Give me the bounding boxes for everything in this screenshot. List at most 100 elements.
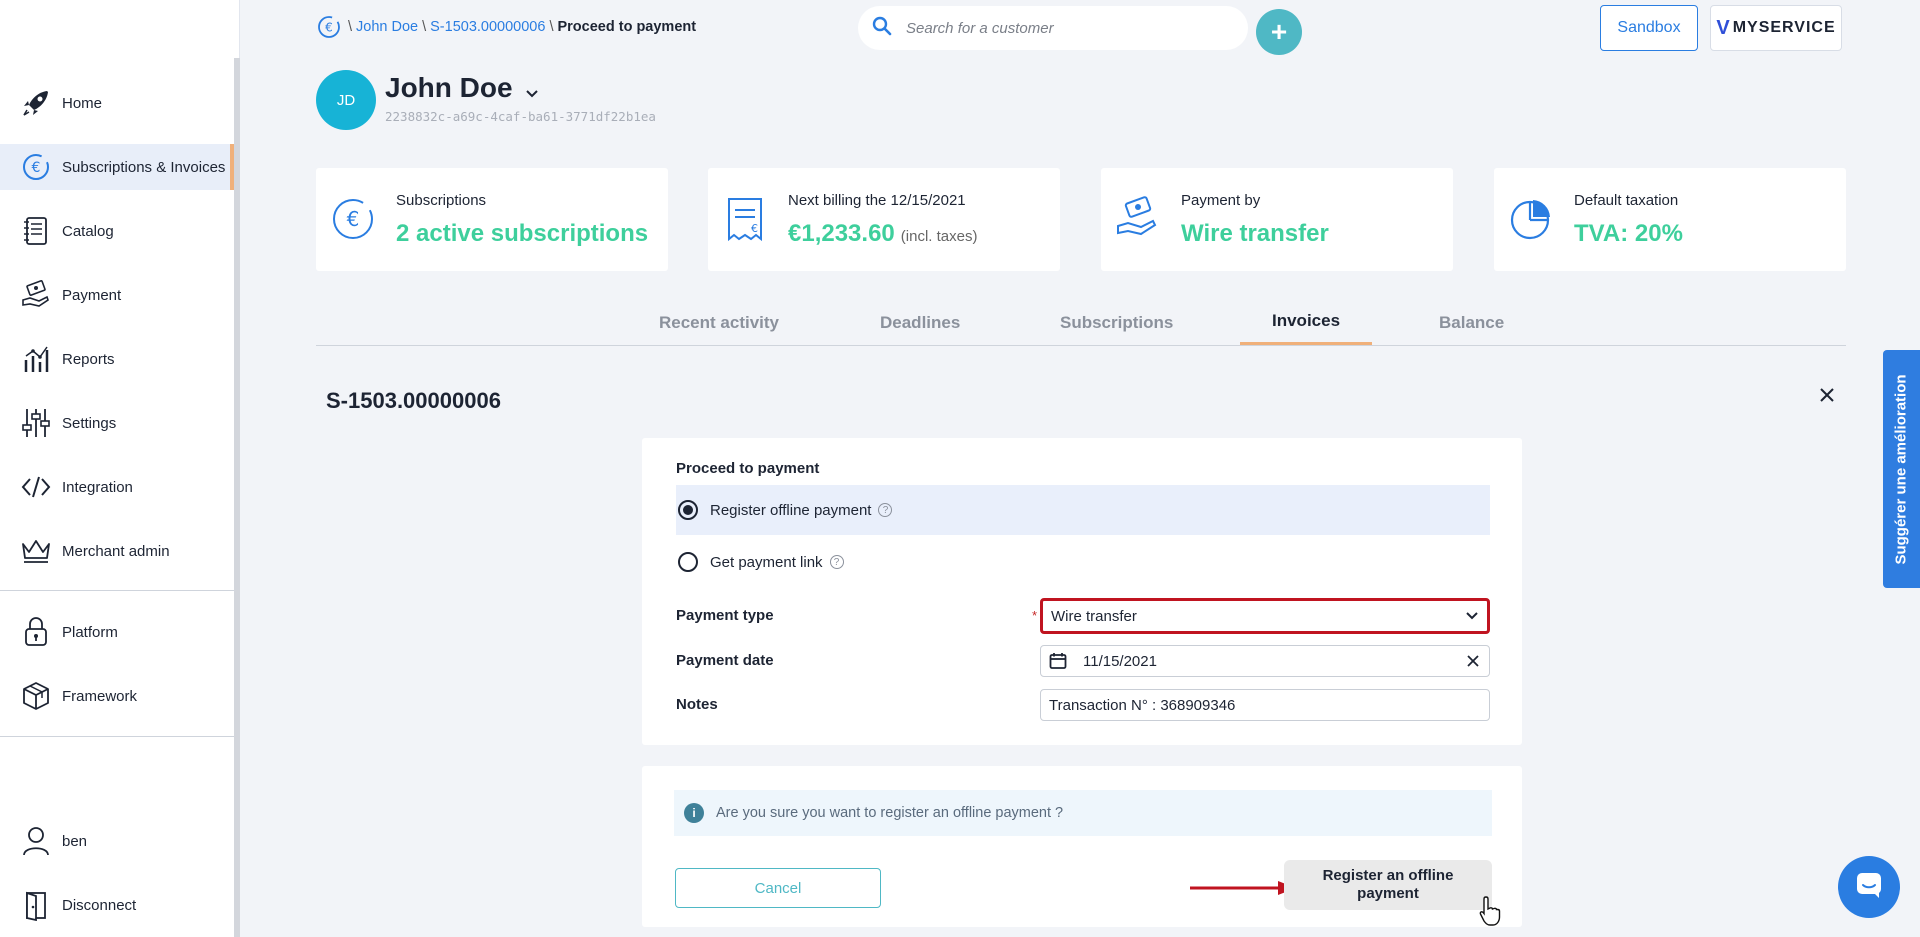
sidebar-item-user[interactable]: ben	[0, 818, 234, 864]
sidebar-item-label: Disconnect	[62, 896, 137, 914]
sidebar-divider	[0, 736, 234, 737]
rocket-icon	[20, 87, 52, 119]
card-value: €1,233.60 (incl. taxes)	[788, 220, 978, 247]
chat-button[interactable]	[1838, 856, 1900, 918]
clear-icon[interactable]	[1465, 653, 1481, 669]
option-label: Register offline payment	[710, 501, 872, 519]
euro-refresh-icon: €	[316, 14, 342, 40]
svg-text:€: €	[751, 222, 758, 235]
sidebar: Home € Subscriptions & Invoices Catalog …	[0, 0, 240, 937]
tab-invoices[interactable]: Invoices	[1240, 300, 1373, 345]
door-icon	[20, 889, 52, 921]
suggest-improvement-tab[interactable]: Suggérer une amélioration	[1883, 350, 1920, 588]
option-register-offline-payment[interactable]: Register offline payment ?	[676, 485, 1490, 535]
brand-logo[interactable]: V MYSERVICE	[1710, 5, 1842, 51]
svg-text:€: €	[347, 207, 360, 231]
notes-field[interactable]: Transaction N° : 368909346	[1040, 689, 1490, 721]
confirm-message: Are you sure you want to register an off…	[716, 805, 1064, 821]
chat-icon	[1854, 870, 1884, 905]
close-icon[interactable]	[1814, 382, 1840, 408]
box-icon	[20, 680, 52, 712]
tab-subscriptions[interactable]: Subscriptions	[1028, 300, 1205, 345]
sidebar-item-framework[interactable]: Framework	[0, 673, 234, 719]
subscriptions-card: € Subscriptions 2 active subscriptions	[316, 168, 668, 271]
sidebar-item-catalog[interactable]: Catalog	[0, 208, 234, 254]
code-icon	[20, 471, 52, 503]
payment-type-value: Wire transfer	[1051, 607, 1137, 625]
lock-icon	[20, 616, 52, 648]
sidebar-item-subscriptions-invoices[interactable]: € Subscriptions & Invoices	[0, 144, 234, 190]
sidebar-item-label: Settings	[62, 414, 117, 432]
payment-date-label: Payment date	[676, 652, 774, 669]
card-label: Payment by	[1181, 192, 1261, 209]
pie-chart-icon	[1508, 196, 1554, 242]
breadcrumb-invoice-link[interactable]: S-1503.00000006	[430, 19, 545, 35]
card-label: Next billing the 12/15/2021	[788, 192, 966, 209]
sidebar-item-disconnect[interactable]: Disconnect	[0, 882, 234, 928]
sidebar-item-home[interactable]: Home	[0, 80, 234, 126]
sidebar-item-platform[interactable]: Platform	[0, 609, 234, 655]
search-input[interactable]	[906, 19, 1226, 37]
sidebar-item-label: ben	[62, 832, 88, 850]
sidebar-item-label: Subscriptions & Invoices	[62, 158, 226, 176]
card-value: Wire transfer	[1181, 220, 1329, 247]
sidebar-item-reports[interactable]: Reports	[0, 336, 234, 382]
sidebar-item-payment[interactable]: Payment	[0, 272, 234, 318]
sandbox-button[interactable]: Sandbox	[1600, 5, 1698, 51]
tab-deadlines[interactable]: Deadlines	[848, 300, 992, 345]
card-label: Subscriptions	[396, 192, 487, 209]
confirm-panel: i Are you sure you want to register an o…	[642, 766, 1522, 927]
notes-label: Notes	[676, 696, 718, 713]
euro-circle-icon: €	[330, 196, 376, 242]
sidebar-item-merchant-admin[interactable]: Merchant admin	[0, 528, 234, 574]
chevron-down-icon[interactable]	[525, 74, 539, 106]
hand-money-icon	[20, 279, 52, 311]
add-customer-button[interactable]: +	[1256, 9, 1302, 55]
sidebar-item-integration[interactable]: Integration	[0, 464, 234, 510]
invoice-title: S-1503.00000006	[326, 388, 501, 413]
bar-chart-icon	[20, 343, 52, 375]
receipt-icon: €	[722, 196, 768, 242]
tab-recent-activity[interactable]: Recent activity	[627, 300, 811, 345]
radio-offline-payment[interactable]	[678, 500, 698, 520]
radio-payment-link[interactable]	[678, 552, 698, 572]
option-label: Get payment link	[710, 553, 823, 571]
customer-id: 2238832c-a69c-4caf-ba61-3771df22b1ea	[385, 109, 656, 124]
form-heading: Proceed to payment	[676, 460, 820, 477]
customer-name-text: John Doe	[385, 72, 513, 103]
brand-label: MYSERVICE	[1732, 19, 1836, 36]
sidebar-divider	[0, 590, 234, 591]
search-icon	[872, 16, 892, 41]
sidebar-item-label: Catalog	[62, 222, 114, 240]
pointer-cursor-icon	[1479, 896, 1501, 926]
sidebar-item-settings[interactable]: Settings	[0, 400, 234, 446]
sidebar-item-label: Framework	[62, 687, 138, 705]
suggest-improvement-label: Suggérer une amélioration	[1893, 373, 1911, 565]
sidebar-item-label: Merchant admin	[62, 542, 170, 560]
help-icon[interactable]: ?	[878, 503, 893, 517]
calendar-icon[interactable]	[1049, 652, 1067, 670]
register-offline-payment-button[interactable]: Register an offline payment	[1284, 860, 1492, 910]
payment-type-select[interactable]: Wire transfer	[1040, 598, 1490, 634]
customer-avatar: JD	[316, 70, 376, 130]
sliders-icon	[20, 407, 52, 439]
cancel-button[interactable]: Cancel	[675, 868, 881, 908]
breadcrumb-customer-link[interactable]: John Doe	[356, 19, 418, 35]
brand-mark: V	[1716, 16, 1731, 39]
notes-value: Transaction N° : 368909346	[1049, 696, 1236, 714]
svg-text:€: €	[32, 160, 41, 176]
customer-name[interactable]: John Doe	[385, 70, 539, 106]
euro-refresh-icon: €	[20, 151, 52, 183]
payment-date-field[interactable]: 11/15/2021	[1040, 645, 1490, 677]
card-subtext: (incl. taxes)	[900, 228, 978, 245]
breadcrumb-separator: \	[549, 19, 554, 35]
hand-money-icon	[1115, 196, 1161, 242]
help-icon[interactable]: ?	[829, 555, 844, 569]
card-value: TVA: 20%	[1574, 220, 1683, 247]
payment-by-card: Payment by Wire transfer	[1101, 168, 1453, 271]
sidebar-scrollbar[interactable]	[234, 58, 240, 937]
sidebar-item-label: Platform	[62, 623, 118, 641]
tab-balance[interactable]: Balance	[1407, 300, 1536, 345]
sidebar-item-label: Integration	[62, 478, 133, 496]
option-get-payment-link[interactable]: Get payment link ?	[676, 537, 1490, 587]
